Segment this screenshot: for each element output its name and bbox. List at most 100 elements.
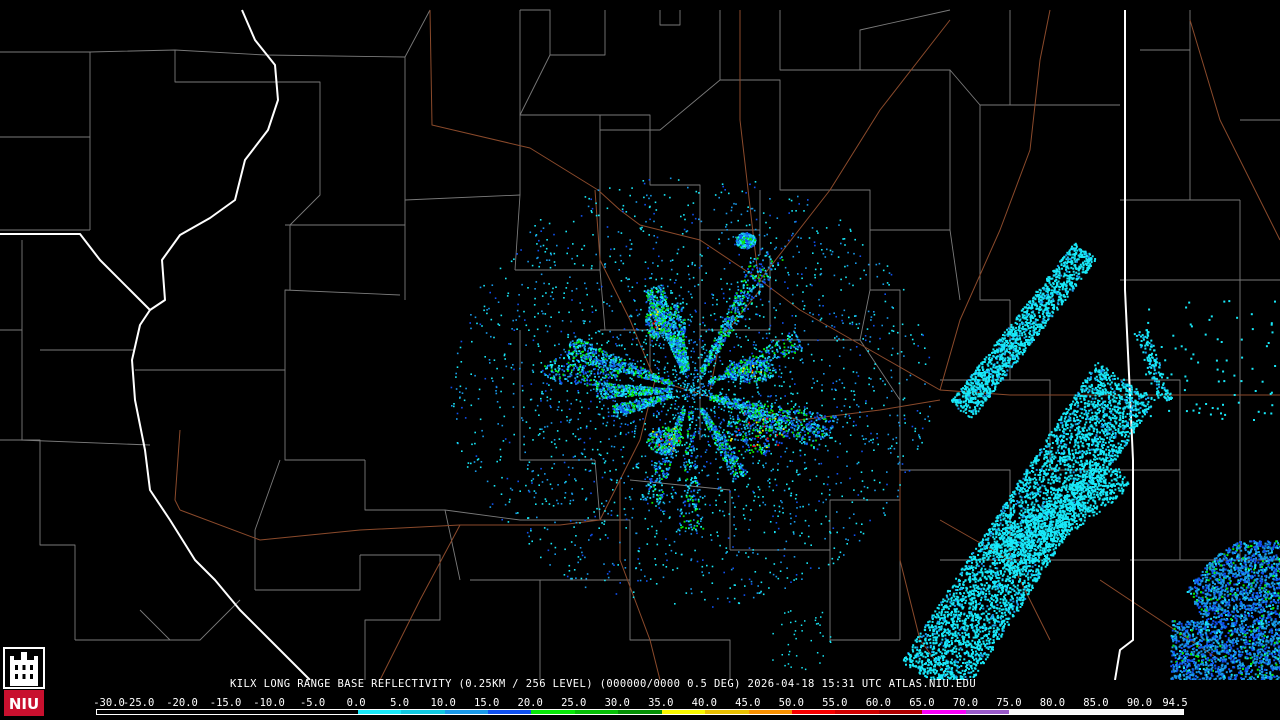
radar-echo-pixel [863, 269, 865, 272]
radar-echo-pixel [610, 359, 612, 361]
radar-echo-pixel [629, 367, 632, 370]
radar-echo-pixel [653, 235, 655, 237]
radar-echo-pixel [675, 395, 678, 398]
radar-echo-pixel [529, 231, 532, 234]
radar-echo-pixel [629, 362, 632, 365]
radar-echo-pixel [829, 532, 832, 534]
radar-echo-pixel [573, 347, 576, 349]
radar-echo-pixel [797, 435, 799, 438]
radar-echo-pixel [774, 336, 777, 338]
radar-echo-pixel [499, 448, 502, 451]
radar-echo-pixel [598, 288, 601, 291]
radar-echo-pixel [758, 350, 761, 353]
radar-echo-pixel [622, 414, 625, 416]
radar-echo-pixel [565, 287, 568, 289]
radar-echo-pixel [684, 373, 687, 375]
radar-echo-pixel [725, 547, 728, 549]
radar-echo-pixel [470, 462, 472, 465]
radar-echo-pixel [512, 406, 515, 408]
radar-echo-pixel [807, 199, 809, 201]
radar-echo-pixel [775, 279, 777, 282]
radar-echo-pixel [652, 345, 654, 347]
radar-echo-pixel [674, 365, 676, 368]
radar-echo-pixel [627, 475, 630, 478]
county-border-line [444, 509, 600, 521]
radar-echo-pixel [513, 368, 515, 371]
radar-echo-pixel [722, 431, 724, 434]
radar-echo-pixel [606, 421, 609, 424]
radar-echo-pixel [675, 454, 677, 457]
radar-echo-pixel [850, 390, 853, 392]
radar-echo-pixel [739, 382, 742, 385]
radar-echo-pixel [689, 319, 691, 321]
radar-echo-pixel [865, 400, 867, 402]
radar-echo-pixel [816, 230, 818, 232]
radar-echo-pixel [842, 238, 844, 240]
radar-echo-pixel [618, 269, 620, 271]
radar-echo-pixel [821, 359, 823, 361]
radar-echo-pixel [648, 509, 650, 512]
radar-echo-pixel [517, 303, 519, 306]
radar-echo-pixel [630, 248, 633, 250]
radar-echo-pixel [784, 245, 786, 248]
radar-echo-pixel [771, 406, 773, 408]
radar-echo-pixel [759, 504, 761, 507]
radar-echo-pixel [903, 414, 906, 417]
radar-echo-pixel [701, 346, 703, 349]
radar-echo-pixel [738, 253, 740, 256]
radar-echo-pixel [643, 341, 645, 344]
radar-echo-pixel [453, 405, 455, 408]
radar-echo-pixel [697, 386, 700, 389]
radar-echo-pixel [843, 386, 846, 389]
radar-echo-pixel [867, 310, 870, 313]
radar-echo-pixel [855, 346, 858, 348]
radar-echo-pixel [592, 234, 594, 236]
radar-echo-pixel [508, 501, 511, 503]
radar-echo-pixel [624, 423, 627, 425]
radar-echo-pixel [597, 413, 600, 415]
radar-echo-pixel [793, 579, 795, 581]
radar-echo-pixel [609, 255, 611, 258]
radar-echo-pixel [500, 493, 503, 495]
radar-echo-pixel [574, 435, 577, 438]
radar-echo-pixel [824, 428, 827, 431]
radar-echo-pixel [577, 344, 580, 347]
radar-echo-pixel [729, 432, 731, 435]
radar-echo-pixel [710, 375, 713, 378]
radar-echo-pixel [704, 302, 706, 304]
radar-echo-pixel [601, 502, 603, 505]
radar-echo-pixel [632, 591, 635, 593]
radar-echo-pixel [859, 354, 861, 356]
county-border-line [404, 57, 521, 201]
radar-echo-pixel [643, 182, 646, 185]
radar-echo-pixel [598, 366, 601, 369]
radar-echo-pixel [767, 405, 769, 408]
radar-echo-pixel [529, 427, 531, 429]
radar-echo-pixel [711, 328, 713, 331]
radar-echo-pixel [851, 321, 854, 324]
radar-echo-pixel [766, 400, 769, 403]
radar-echo-pixel [612, 489, 614, 491]
radar-echo-pixel [904, 335, 907, 337]
radar-echo-pixel [800, 428, 803, 431]
radar-echo-pixel [783, 349, 786, 352]
radar-echo-pixel [797, 195, 799, 198]
radar-echo-pixel [617, 338, 620, 340]
radar-echo-pixel [898, 421, 900, 424]
radar-echo-pixel [634, 427, 637, 430]
radar-echo-pixel [563, 297, 565, 299]
radar-echo-pixel [684, 443, 686, 446]
radar-echo-pixel [678, 479, 681, 481]
radar-echo-pixel [877, 443, 879, 446]
radar-echo-pixel [692, 361, 694, 363]
radar-echo-pixel [617, 388, 619, 391]
radar-echo-pixel [825, 515, 827, 518]
radar-echo-pixel [772, 468, 774, 471]
radar-echo-pixel [867, 350, 870, 352]
radar-echo-pixel [769, 227, 771, 229]
radar-echo-pixel [803, 418, 805, 421]
radar-echo-pixel [551, 487, 553, 490]
radar-echo-pixel [890, 273, 893, 276]
radar-echo-pixel [628, 406, 631, 409]
radar-echo-pixel [821, 435, 824, 438]
